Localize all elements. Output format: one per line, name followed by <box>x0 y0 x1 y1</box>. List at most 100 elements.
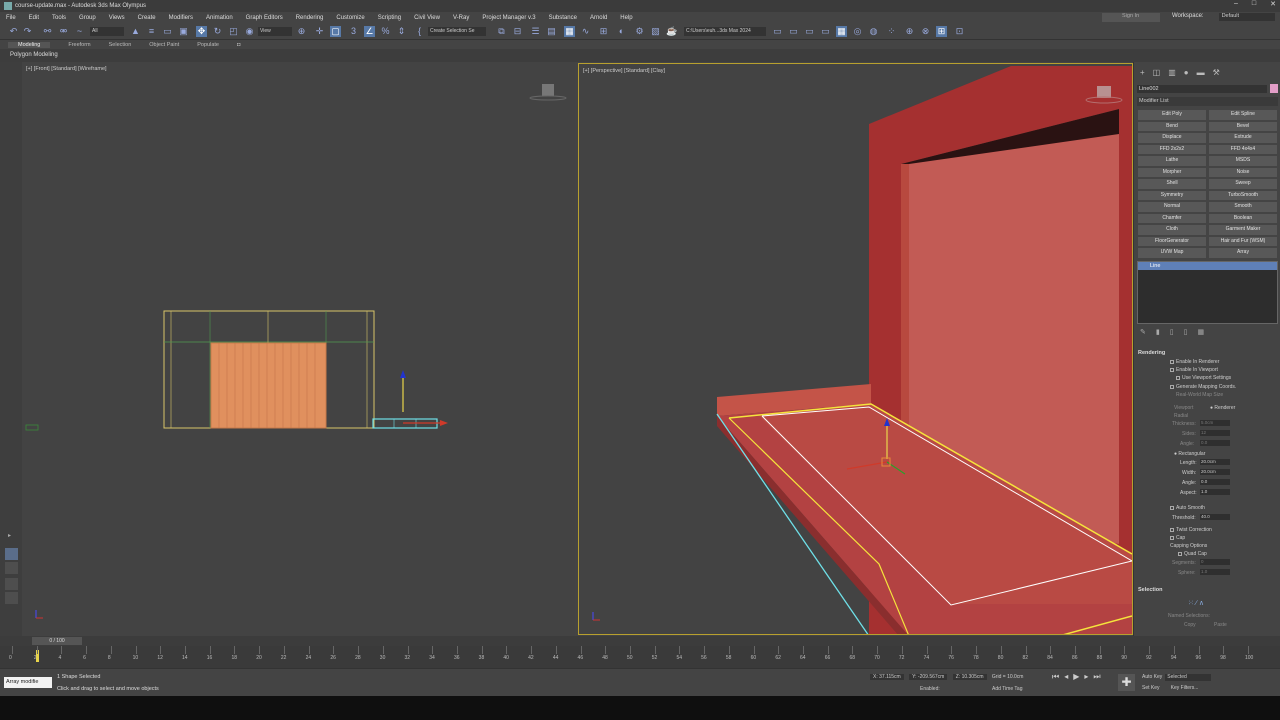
enable-in-viewport-checkbox[interactable]: Enable In Viewport <box>1170 367 1218 373</box>
auto-smooth-checkbox[interactable]: Auto Smooth <box>1170 505 1205 511</box>
modifier-button[interactable]: Normal <box>1138 202 1206 212</box>
expand-arrow-icon[interactable]: ▸ <box>8 532 11 539</box>
time-slider[interactable]: 0 / 100 <box>0 636 1280 646</box>
ribbon-tab-populate[interactable]: Populate <box>197 42 219 48</box>
ribbon-tab-freeform[interactable]: Freeform <box>68 42 90 48</box>
open-icon[interactable]: ▭ <box>788 26 799 37</box>
select-move-icon[interactable]: ✥ <box>196 26 207 37</box>
play-icon[interactable]: ▶ <box>1073 672 1079 682</box>
aspect-spinner[interactable]: 1.0 <box>1200 489 1230 495</box>
curve-editor-icon[interactable]: ∿ <box>580 26 591 37</box>
thickness-spinner[interactable]: 5.0cm <box>1200 420 1230 426</box>
subobject-level-icons[interactable]: ⁙ ∕ ∧ <box>1188 599 1204 607</box>
menu-modifiers[interactable]: Modifiers <box>169 15 193 21</box>
bind-spacewarp-icon[interactable]: ~ <box>74 26 85 37</box>
render-icon[interactable]: ☕ <box>666 26 677 37</box>
redo-icon[interactable]: ↷ <box>22 26 33 37</box>
filter-tool-icon[interactable] <box>5 592 18 604</box>
modifier-button[interactable]: Symmetry <box>1138 190 1206 200</box>
modifier-button[interactable]: Chamfer <box>1138 213 1206 223</box>
menu-arnold[interactable]: Arnold <box>590 15 607 21</box>
grid-icon[interactable]: ⊞ <box>936 26 947 37</box>
viewcube-icon[interactable] <box>529 84 567 101</box>
modifier-button[interactable]: Shell <box>1138 179 1206 189</box>
add-time-tag-button[interactable]: Add Time Tag <box>992 686 1022 692</box>
snap-face-icon[interactable]: ⊗ <box>920 26 931 37</box>
object-name-field[interactable]: Line002 <box>1137 85 1267 93</box>
scene-explorer-icon[interactable]: ☰ <box>530 26 541 37</box>
workspace-selector[interactable]: Workspace: Default <box>1172 13 1275 21</box>
object-color-swatch[interactable] <box>1270 84 1278 93</box>
viewport-layout-icon[interactable]: ▭ <box>820 26 831 37</box>
maximize-button[interactable]: □ <box>1252 0 1256 8</box>
auto-key-dropdown[interactable]: Selected <box>1165 674 1212 681</box>
modifier-button[interactable]: Edit Spline <box>1209 110 1277 120</box>
next-frame-icon[interactable]: ▸ <box>1084 672 1088 682</box>
set-key-button-icon[interactable]: ✚ <box>1118 674 1135 691</box>
render-frame-icon[interactable]: ▧ <box>650 26 661 37</box>
menu-substance[interactable]: Substance <box>549 15 577 21</box>
select-object-icon[interactable]: ▲ <box>130 26 141 37</box>
ribbon-panel-label[interactable]: Polygon Modeling <box>0 49 1280 62</box>
orbit-icon[interactable]: ◍ <box>868 26 879 37</box>
menu-help[interactable]: Help <box>620 15 632 21</box>
modifier-button[interactable]: Cloth <box>1138 225 1206 235</box>
modifier-button[interactable]: Boolean <box>1209 213 1277 223</box>
create-tab-icon[interactable]: + <box>1140 68 1145 77</box>
modifier-button[interactable]: Bevel <box>1209 121 1277 131</box>
modifier-button[interactable]: UVW Map <box>1138 248 1206 258</box>
scene-explorer-tool-icon[interactable] <box>5 548 18 560</box>
workspace-value[interactable]: Default <box>1218 13 1275 21</box>
go-to-start-icon[interactable]: ⏮ <box>1052 672 1059 682</box>
maxscript-listener-field[interactable]: Array modifie <box>4 677 52 688</box>
copy-button[interactable]: Copy <box>1184 622 1196 628</box>
layer-explorer-icon[interactable]: ▤ <box>546 26 557 37</box>
percent-snap-icon[interactable]: % <box>380 26 391 37</box>
key-filters-button[interactable]: Key Filters... <box>1171 685 1199 691</box>
modifier-button[interactable]: Array <box>1209 248 1277 258</box>
minimize-button[interactable]: – <box>1234 0 1238 8</box>
motion-tab-icon[interactable]: ● <box>1184 68 1189 77</box>
menu-tools[interactable]: Tools <box>52 15 66 21</box>
paste-button[interactable]: Paste <box>1214 622 1227 628</box>
isolate-icon[interactable]: ▦ <box>836 26 847 37</box>
select-scale-icon[interactable]: ◰ <box>228 26 239 37</box>
modifier-button[interactable]: Noise <box>1209 167 1277 177</box>
show-end-result-icon[interactable]: ▮ <box>1156 328 1160 336</box>
select-by-name-icon[interactable]: ≡ <box>146 26 157 37</box>
go-to-end-icon[interactable]: ⏭ <box>1093 672 1100 682</box>
close-button[interactable]: ✕ <box>1270 0 1276 8</box>
make-unique-icon[interactable]: ▯ <box>1170 328 1174 336</box>
modify-tab-icon[interactable]: ◫ <box>1153 68 1161 77</box>
configure-sets-icon[interactable]: ▦ <box>1197 328 1204 336</box>
menu-civil-view[interactable]: Civil View <box>414 15 440 21</box>
angle-snap-icon[interactable]: ∠ <box>364 26 375 37</box>
reference-coordinate-dropdown[interactable]: View <box>258 27 292 36</box>
mirror-icon[interactable]: ⧉ <box>496 26 507 37</box>
keyboard-shortcut-icon[interactable]: ▢ <box>330 26 341 37</box>
modifier-button[interactable]: Lathe <box>1138 156 1206 166</box>
ribbon-tab-selection[interactable]: Selection <box>109 42 132 48</box>
perspective-viewport[interactable]: [+] [Perspective] [Standard] [Clay] <box>578 63 1133 635</box>
auto-key-button[interactable]: Auto Key <box>1142 674 1162 680</box>
menu-file[interactable]: File <box>6 15 16 21</box>
window-crossing-icon[interactable]: ▣ <box>178 26 189 37</box>
menu-graph-editors[interactable]: Graph Editors <box>246 15 283 21</box>
modifier-button[interactable]: FFD 4x4x4 <box>1209 144 1277 154</box>
selection-rollout-title[interactable]: Selection <box>1138 587 1162 593</box>
ribbon-tab-object-paint[interactable]: Object Paint <box>149 42 179 48</box>
rectangular-radio[interactable]: ● Rectangular <box>1174 451 1205 457</box>
menu-rendering[interactable]: Rendering <box>296 15 324 21</box>
set-key-label[interactable]: Set Key <box>1142 685 1160 691</box>
modifier-button[interactable]: Morpher <box>1138 167 1206 177</box>
modifier-button[interactable]: Garment Maker <box>1209 225 1277 235</box>
modifier-button[interactable]: Displace <box>1138 133 1206 143</box>
menu-create[interactable]: Create <box>138 15 156 21</box>
sort-tool-icon[interactable] <box>5 578 18 590</box>
region-select-icon[interactable]: ▭ <box>162 26 173 37</box>
selection-filter-dropdown[interactable]: All <box>90 27 124 36</box>
layer-tool-icon[interactable] <box>5 562 18 574</box>
modifier-button[interactable]: TurboSmooth <box>1209 190 1277 200</box>
x-coordinate-field[interactable]: X: 37.115cm <box>870 674 904 680</box>
time-slider-thumb[interactable]: 0 / 100 <box>32 637 82 645</box>
